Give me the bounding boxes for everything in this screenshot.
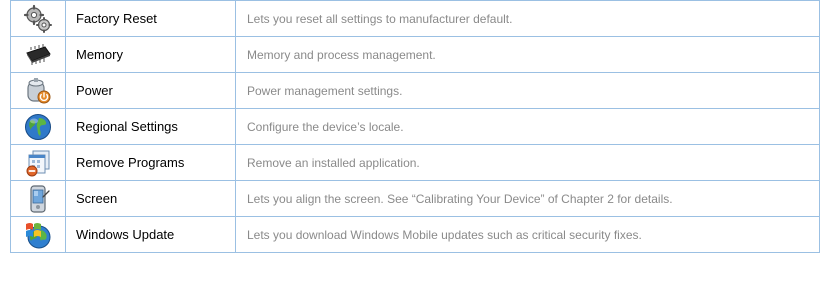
memory-chip-icon xyxy=(23,40,53,70)
setting-name: Power xyxy=(65,72,236,109)
icon-cell xyxy=(10,108,66,145)
setting-name: Factory Reset xyxy=(65,0,236,37)
gears-icon xyxy=(23,4,53,34)
icon-cell xyxy=(10,0,66,37)
settings-table: Factory Reset Lets you reset all setting… xyxy=(10,0,820,253)
icon-cell xyxy=(10,216,66,253)
setting-description: Lets you align the screen. See “Calibrat… xyxy=(235,180,820,217)
table-row: Windows Update Lets you download Windows… xyxy=(10,216,820,253)
setting-description: Lets you reset all settings to manufactu… xyxy=(235,0,820,37)
table-row: Regional Settings Configure the device’s… xyxy=(10,108,820,145)
icon-cell xyxy=(10,180,66,217)
setting-name: Windows Update xyxy=(65,216,236,253)
setting-name: Memory xyxy=(65,36,236,73)
globe-icon xyxy=(23,112,53,142)
setting-description: Configure the device’s locale. xyxy=(235,108,820,145)
table-row: Memory Memory and process management. xyxy=(10,36,820,73)
setting-name: Remove Programs xyxy=(65,144,236,181)
remove-programs-icon xyxy=(23,148,53,178)
table-row: Factory Reset Lets you reset all setting… xyxy=(10,0,820,37)
setting-description: Memory and process management. xyxy=(235,36,820,73)
windows-update-icon xyxy=(23,220,53,250)
setting-description: Remove an installed application. xyxy=(235,144,820,181)
setting-description: Lets you download Windows Mobile updates… xyxy=(235,216,820,253)
table-row: Remove Programs Remove an installed appl… xyxy=(10,144,820,181)
icon-cell xyxy=(10,144,66,181)
setting-name: Screen xyxy=(65,180,236,217)
icon-cell xyxy=(10,72,66,109)
table-row: Power Power management settings. xyxy=(10,72,820,109)
setting-name: Regional Settings xyxy=(65,108,236,145)
power-icon xyxy=(23,76,53,106)
setting-description: Power management settings. xyxy=(235,72,820,109)
table-row: Screen Lets you align the screen. See “C… xyxy=(10,180,820,217)
handheld-screen-icon xyxy=(23,184,53,214)
icon-cell xyxy=(10,36,66,73)
